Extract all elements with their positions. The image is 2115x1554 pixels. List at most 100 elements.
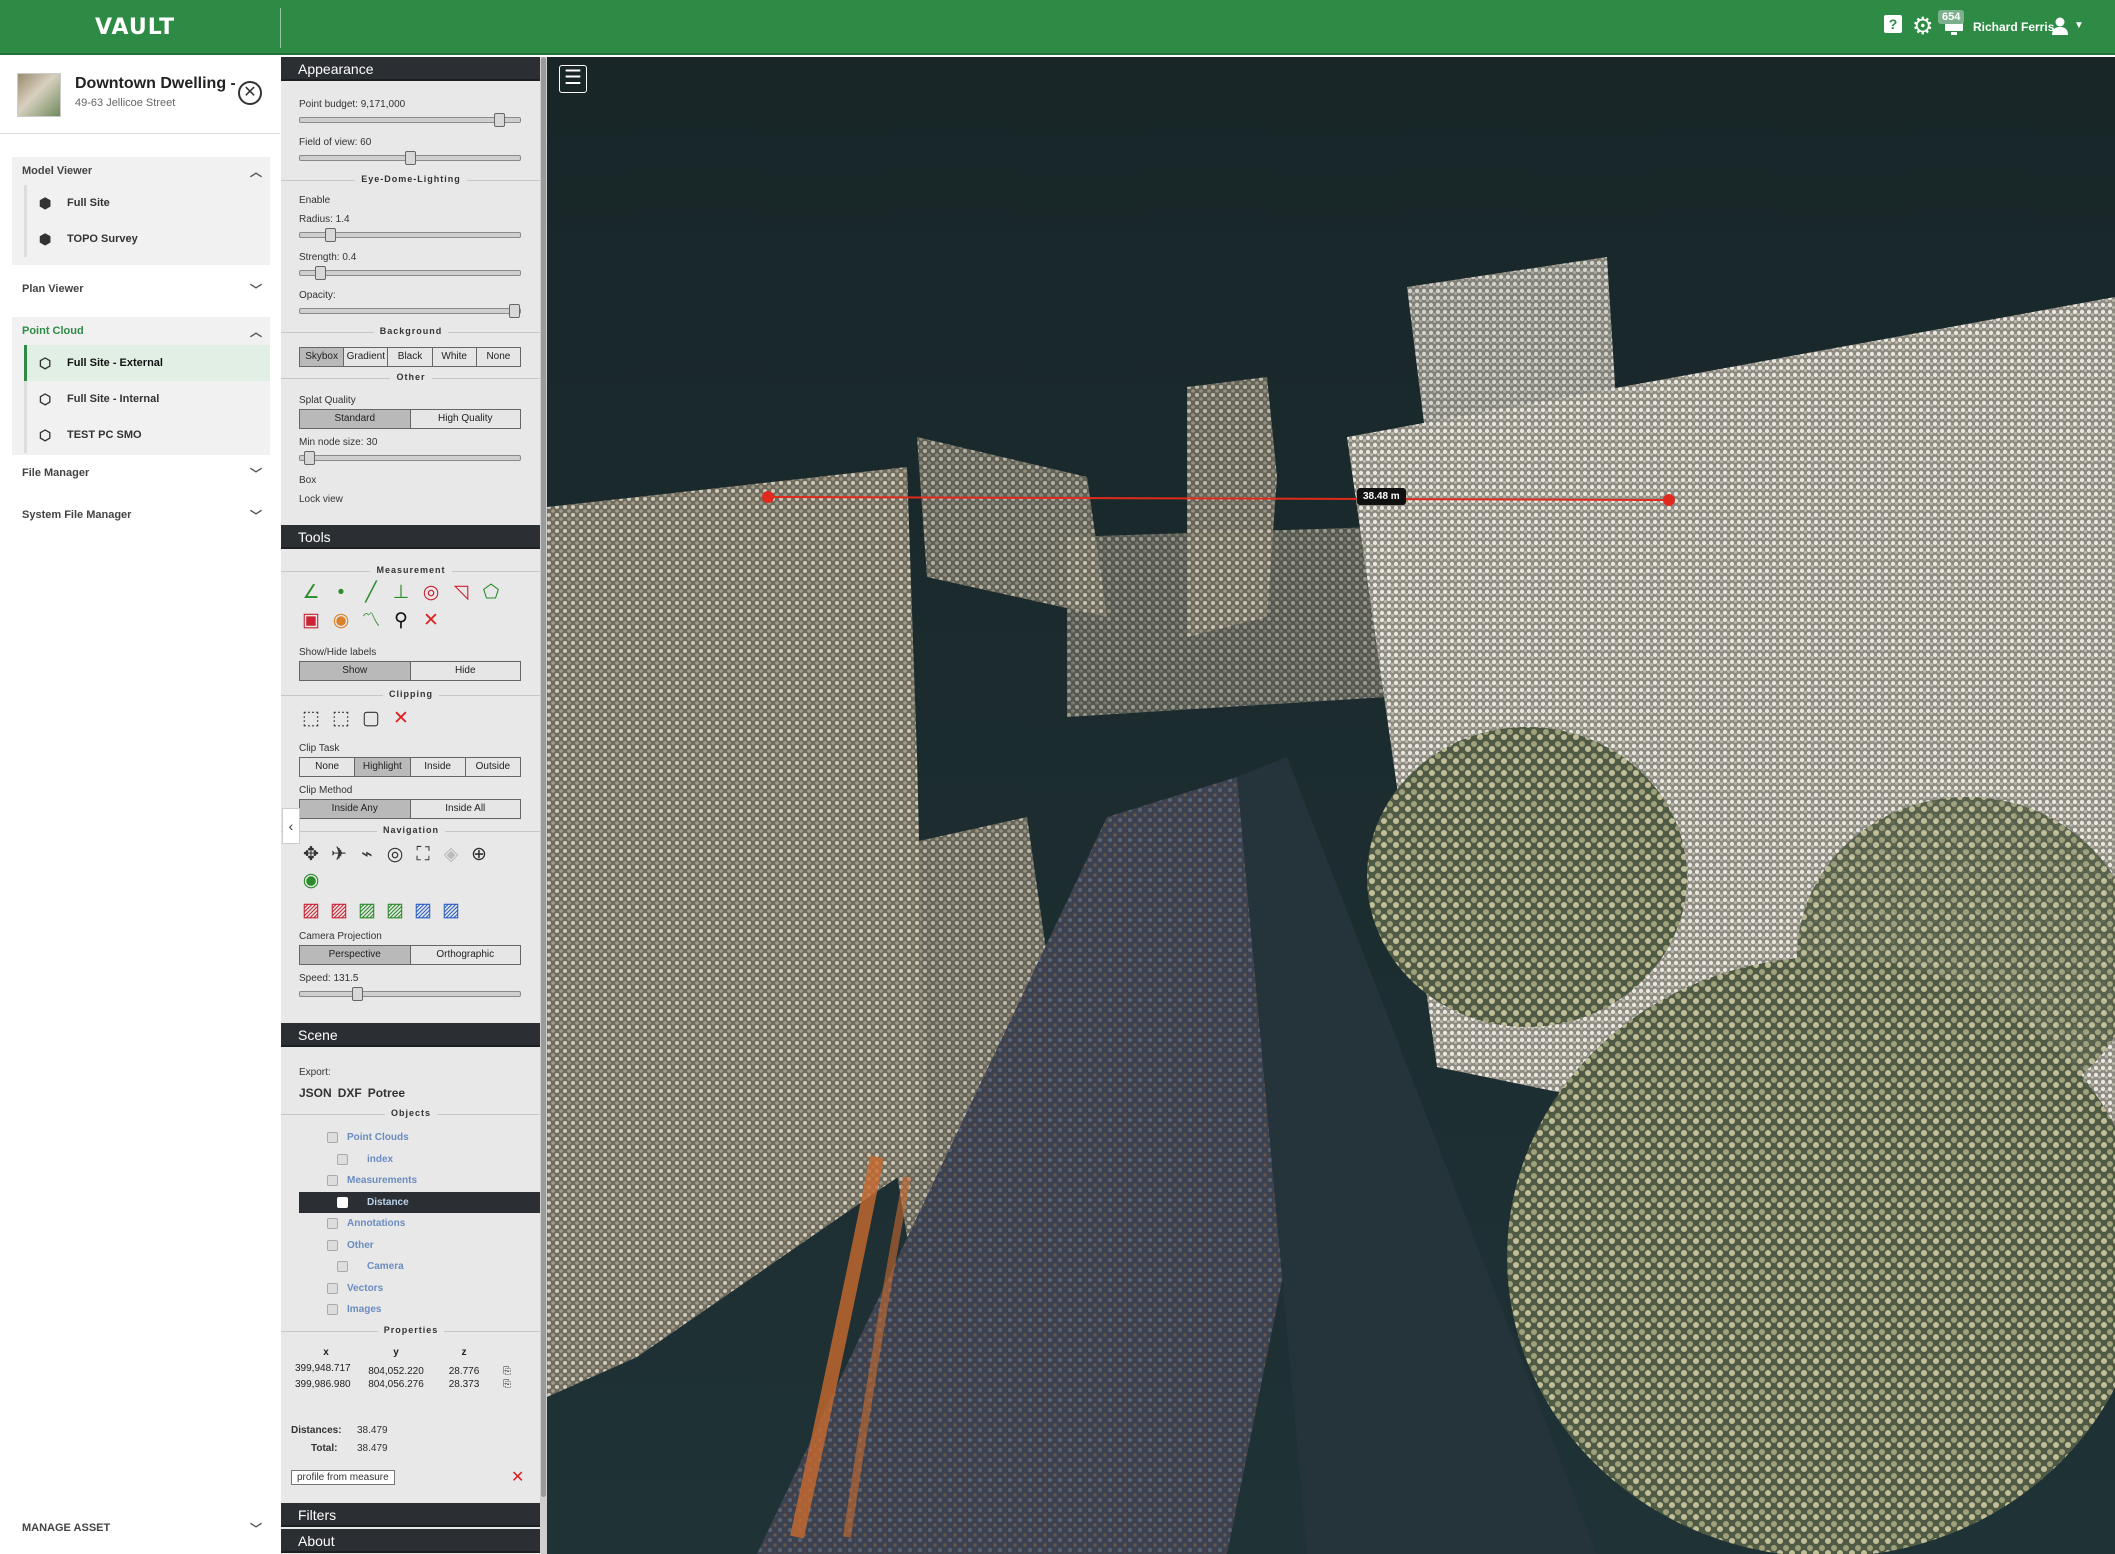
clip-task-outside-button[interactable]: Outside [465,758,520,776]
nav-section-model-viewer[interactable]: Model Viewer ︿ [12,157,270,185]
copy-icon[interactable]: ⎘ [493,1379,511,1390]
opacity-slider[interactable] [299,304,521,318]
clip-inside-all-button[interactable]: Inside All [410,800,520,818]
helicopter-controls-icon[interactable]: ⌁ [355,843,379,867]
appearance-header[interactable]: Appearance [281,57,541,81]
fov-slider[interactable] [299,151,521,165]
clip-polygon-icon[interactable]: ⬚ [329,707,353,731]
min-node-size-slider[interactable] [299,451,521,465]
azimuth-measure-icon[interactable]: ◹ [449,581,473,605]
remove-measurements-icon[interactable]: ✕ [419,609,443,633]
clip-screen-box-icon[interactable]: ▢ [359,707,383,731]
tree-item-images[interactable]: Images [299,1299,541,1321]
profile-from-measure-button[interactable]: profile from measure [291,1470,395,1485]
sidebar-scrollbar-thumb[interactable] [541,57,546,1497]
nav-item-full-site-internal[interactable]: ⬡ Full Site - Internal [24,381,270,417]
back-view-icon[interactable]: ▨ [383,899,407,923]
tree-item-index[interactable]: index [299,1149,541,1171]
remove-clipping-icon[interactable]: ✕ [389,707,413,731]
volume-measure-icon[interactable]: ▣ [299,609,323,633]
clip-task-highlight-button[interactable]: Highlight [355,758,411,776]
slider-knob[interactable] [325,228,337,242]
help-icon[interactable]: ? [1883,14,1903,40]
show-labels-button[interactable]: Show [300,662,411,680]
height-measure-icon[interactable]: ⊥ [389,581,413,605]
navcube-icon[interactable]: ◈ [439,843,463,867]
right-view-icon[interactable]: ▨ [411,899,435,923]
clip-volume-icon[interactable]: ⬚ [299,707,323,731]
earth-controls-icon[interactable]: ✥ [299,843,323,867]
area-measure-icon[interactable]: ⬠ [479,581,503,605]
compass-icon[interactable]: ⊕ [467,843,491,867]
clip-task-inside-button[interactable]: Inside [410,758,466,776]
slider-knob[interactable] [509,304,520,318]
circle-measure-icon[interactable]: ◎ [419,581,443,605]
sphere-volume-icon[interactable]: ◉ [329,609,353,633]
export-dxf-button[interactable]: DXF [338,1081,362,1105]
background-white-button[interactable]: White [432,348,477,366]
splat-standard-button[interactable]: Standard [300,410,411,428]
slider-knob[interactable] [314,266,326,280]
distance-measure-icon[interactable]: ╱ [359,581,383,605]
orbit-controls-icon[interactable]: ◎ [383,843,407,867]
nav-section-plan-viewer[interactable]: Plan Viewer ﹀ [12,275,270,303]
fly-controls-icon[interactable]: ✈ [327,843,351,867]
tree-item-vectors[interactable]: Vectors [299,1278,541,1300]
filters-header[interactable]: Filters [281,1503,541,1527]
nav-section-file-manager[interactable]: File Manager ﹀ [12,459,270,487]
point-measure-icon[interactable]: • [329,581,353,605]
bottom-view-icon[interactable]: ▨ [439,899,463,923]
tree-item-point-clouds[interactable]: Point Clouds [299,1127,541,1149]
full-extent-icon[interactable]: ⛶ [411,843,435,867]
strength-slider[interactable] [299,266,521,280]
app-logo[interactable]: VAULT [95,15,175,40]
background-black-button[interactable]: Black [388,348,433,366]
tree-item-camera[interactable]: Camera [299,1256,541,1278]
nav-section-system-file-manager[interactable]: System File Manager ﹀ [12,501,270,529]
menu-icon[interactable]: ☰ [559,65,587,93]
nav-section-point-cloud[interactable]: Point Cloud ︿ [12,317,270,345]
slider-knob[interactable] [494,113,506,127]
annotation-icon[interactable]: ⚲ [389,609,413,633]
background-skybox-button[interactable]: Skybox [300,348,345,366]
slider-knob[interactable] [304,451,316,465]
user-name[interactable]: Richard Ferris [1973,20,2054,34]
background-none-button[interactable]: None [476,348,521,366]
chevron-left-icon[interactable]: ‹ [282,808,300,844]
angle-measure-icon[interactable]: ∠ [299,581,323,605]
nav-item-full-site[interactable]: ⬢ Full Site [24,185,270,221]
box-label[interactable]: Box [299,475,316,486]
perspective-button[interactable]: Perspective [300,946,411,964]
export-json-button[interactable]: JSON [299,1081,332,1105]
scene-header[interactable]: Scene [281,1023,541,1047]
delete-measure-icon[interactable]: ✕ [511,1467,524,1487]
orthographic-button[interactable]: Orthographic [410,946,520,964]
lock-view-label[interactable]: Lock view [299,494,343,505]
radius-slider[interactable] [299,228,521,242]
about-header[interactable]: About [281,1529,541,1553]
nav-item-full-site-external[interactable]: ⬡ Full Site - External [24,345,270,381]
nav-item-test-pc-smo[interactable]: ⬡ TEST PC SMO [24,417,270,453]
tree-item-annotations[interactable]: Annotations [299,1213,541,1235]
user-icon[interactable] [2052,15,2068,41]
tree-item-other[interactable]: Other [299,1235,541,1257]
slider-knob[interactable] [404,151,416,165]
top-view-icon[interactable]: ▨ [355,899,379,923]
gear-icon[interactable]: ⚙ [1912,12,1934,41]
speed-slider[interactable] [299,987,521,1001]
front-view-icon[interactable]: ▨ [327,899,351,923]
slider-knob[interactable] [352,987,364,1001]
clip-task-none-button[interactable]: None [300,758,356,776]
point-budget-slider[interactable] [299,113,521,127]
user-menu-caret-icon[interactable]: ▼ [2074,20,2084,31]
nav-section-manage-asset[interactable]: MANAGE ASSET ﹀ [12,1514,270,1542]
tree-item-distance[interactable]: Distance [299,1191,541,1213]
hide-labels-button[interactable]: Hide [410,662,520,680]
tree-item-measurements[interactable]: Measurements [299,1170,541,1192]
background-gradient-button[interactable]: Gradient [344,348,389,366]
edl-enable-label[interactable]: Enable [299,195,330,206]
left-view-icon[interactable]: ▨ [299,899,323,923]
nav-item-topo-survey[interactable]: ⬢ TOPO Survey [24,221,270,257]
clip-inside-any-button[interactable]: Inside Any [300,800,411,818]
splat-high-quality-button[interactable]: High Quality [410,410,520,428]
